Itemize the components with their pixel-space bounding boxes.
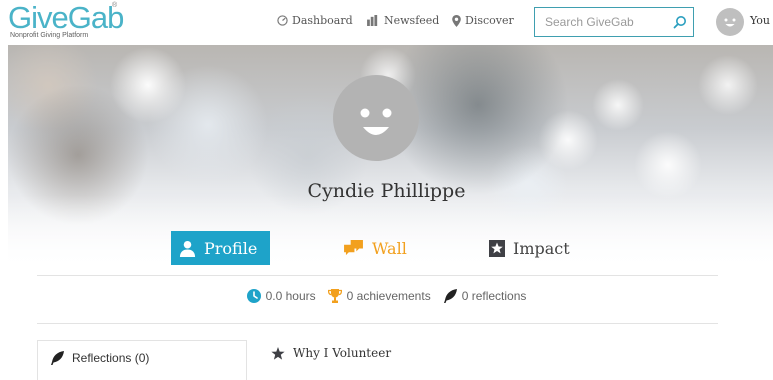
reflections-panel[interactable]: Reflections (0) <box>37 340 247 380</box>
nav-newsfeed-label: Newsfeed <box>384 14 440 27</box>
stat-hours: 0.0 hours <box>246 289 316 303</box>
tab-wall-label: Wall <box>372 238 407 258</box>
registered-mark: ® <box>112 2 118 9</box>
why-i-volunteer-heading: Why I Volunteer <box>271 346 391 360</box>
reflections-label: Reflections (0) <box>72 351 150 365</box>
tab-impact[interactable]: Impact <box>489 231 570 265</box>
tab-profile[interactable]: Profile <box>171 231 270 265</box>
top-navigation-bar: GiveGab Nonprofit Giving Platform ® Dash… <box>0 0 773 45</box>
nav-discover[interactable]: Discover <box>452 14 514 27</box>
user-avatar[interactable] <box>716 8 744 36</box>
tabs-divider <box>37 275 718 276</box>
tab-profile-label: Profile <box>204 238 258 258</box>
stat-achievements: 0 achievements <box>327 289 431 303</box>
stats-divider <box>37 323 718 324</box>
location-pin-icon <box>452 14 461 27</box>
trophy-icon <box>327 289 342 303</box>
feather-icon <box>51 351 64 365</box>
star-icon <box>271 346 285 360</box>
search-icon[interactable] <box>673 15 687 29</box>
logo-wordmark: GiveGab <box>8 0 124 35</box>
why-i-volunteer-label: Why I Volunteer <box>293 346 392 360</box>
person-icon <box>179 240 196 257</box>
reflections-header: Reflections (0) <box>50 351 149 365</box>
nav-dashboard-label: Dashboard <box>292 14 353 27</box>
tab-impact-label: Impact <box>513 238 570 258</box>
profile-stats: 0.0 hours 0 achievements 0 reflections <box>0 289 773 303</box>
profile-name: Cyndie Phillippe <box>307 180 466 202</box>
newsfeed-icon <box>367 15 378 26</box>
profile-avatar <box>333 75 419 161</box>
star-badge-icon <box>489 239 505 257</box>
search-input[interactable] <box>543 14 673 30</box>
search-box <box>534 7 694 37</box>
nav-newsfeed[interactable]: Newsfeed <box>367 14 439 27</box>
nav-discover-label: Discover <box>465 14 514 27</box>
stat-hours-label: 0.0 hours <box>265 289 316 303</box>
smiley-face-icon <box>724 18 736 27</box>
user-menu-label[interactable]: You <box>750 14 770 27</box>
nav-dashboard[interactable]: Dashboard <box>277 14 353 27</box>
clock-icon <box>246 289 261 303</box>
dashboard-icon <box>277 15 288 26</box>
stat-reflections-label: 0 reflections <box>461 289 527 303</box>
smiley-face-icon <box>360 108 392 135</box>
feather-icon <box>443 289 457 303</box>
givegab-logo[interactable]: GiveGab Nonprofit Giving Platform <box>8 0 124 39</box>
stat-achievements-label: 0 achievements <box>346 289 431 303</box>
stat-reflections: 0 reflections <box>443 289 527 303</box>
tab-wall[interactable]: Wall <box>343 231 407 265</box>
speech-bubbles-icon <box>344 239 363 255</box>
